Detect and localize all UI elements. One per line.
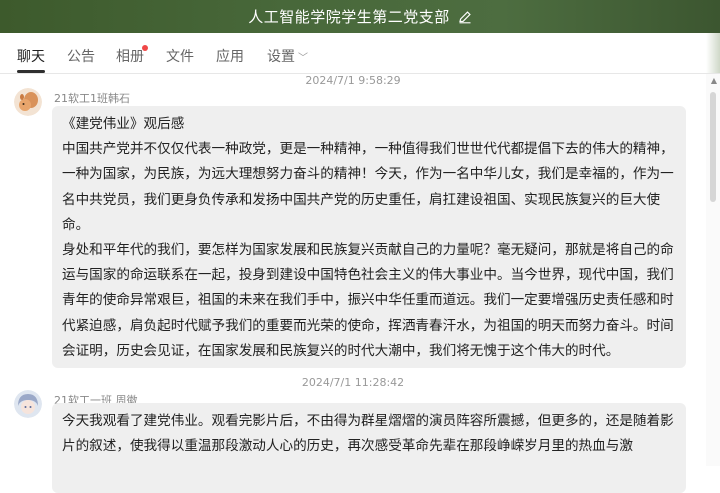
message-paragraph: 身处和平年代的我们，要怎样为国家发展和民族复兴贡献自己的力量呢？毫无疑问，那就是… (62, 242, 674, 359)
message-timestamp: 2024/7/1 9:58:29 (305, 74, 401, 87)
active-tab-indicator (17, 70, 45, 73)
message-bubble[interactable]: 《建党伟业》观后感 中国共产党并不仅仅代表一种政党，更是一种精神，一种值得我们世… (52, 106, 686, 368)
tab-album[interactable]: 相册 (116, 33, 144, 73)
chat-area[interactable]: 2024/7/1 9:58:29 21软工1班韩石 《建党伟业》观后感 中国共产… (0, 74, 706, 493)
chevron-down-icon: ﹀ (298, 53, 308, 64)
message-bubble[interactable]: 今天我观看了建党伟业。观看完影片后，不由得为群星熠熠的演员阵容所震撼，但更多的，… (52, 403, 686, 493)
avatar[interactable] (14, 390, 42, 418)
tab-settings[interactable]: 设置 ﹀ (267, 33, 308, 73)
tab-apps[interactable]: 应用 (216, 33, 244, 73)
scrollbar-thumb[interactable] (710, 92, 716, 202)
sender-name: 21软工1班韩石 (54, 92, 130, 105)
avatar-squirrel-icon (14, 88, 42, 116)
tab-files[interactable]: 文件 (166, 33, 194, 73)
album-badge (142, 45, 148, 51)
title-bar: 人工智能学院学生第二党支部 (0, 0, 720, 33)
pencil-icon[interactable] (458, 10, 472, 24)
tab-settings-label: 设置 (267, 49, 295, 65)
avatar-anime-icon (14, 390, 42, 418)
title-wrap: 人工智能学院学生第二党支部 (0, 0, 720, 33)
group-title: 人工智能学院学生第二党支部 (248, 8, 450, 26)
scroll-up-icon[interactable]: ▲ (711, 76, 717, 85)
message-paragraph: 今天我观看了建党伟业。观看完影片后，不由得为群星熠熠的演员阵容所震撼，但更多的，… (62, 413, 674, 455)
message-timestamp: 2024/7/1 11:28:42 (301, 376, 405, 389)
tab-announcement[interactable]: 公告 (67, 33, 95, 73)
avatar[interactable] (14, 88, 42, 116)
window-edge (706, 33, 720, 73)
tab-bar: 聊天 公告 相册 文件 应用 设置 ﹀ (0, 33, 720, 74)
tab-chat[interactable]: 聊天 (17, 33, 45, 73)
message-paragraph: 《建党伟业》观后感 (62, 116, 185, 132)
message-paragraph: 中国共产党并不仅仅代表一种政党，更是一种精神，一种值得我们世世代代都提倡下去的伟… (62, 141, 674, 233)
